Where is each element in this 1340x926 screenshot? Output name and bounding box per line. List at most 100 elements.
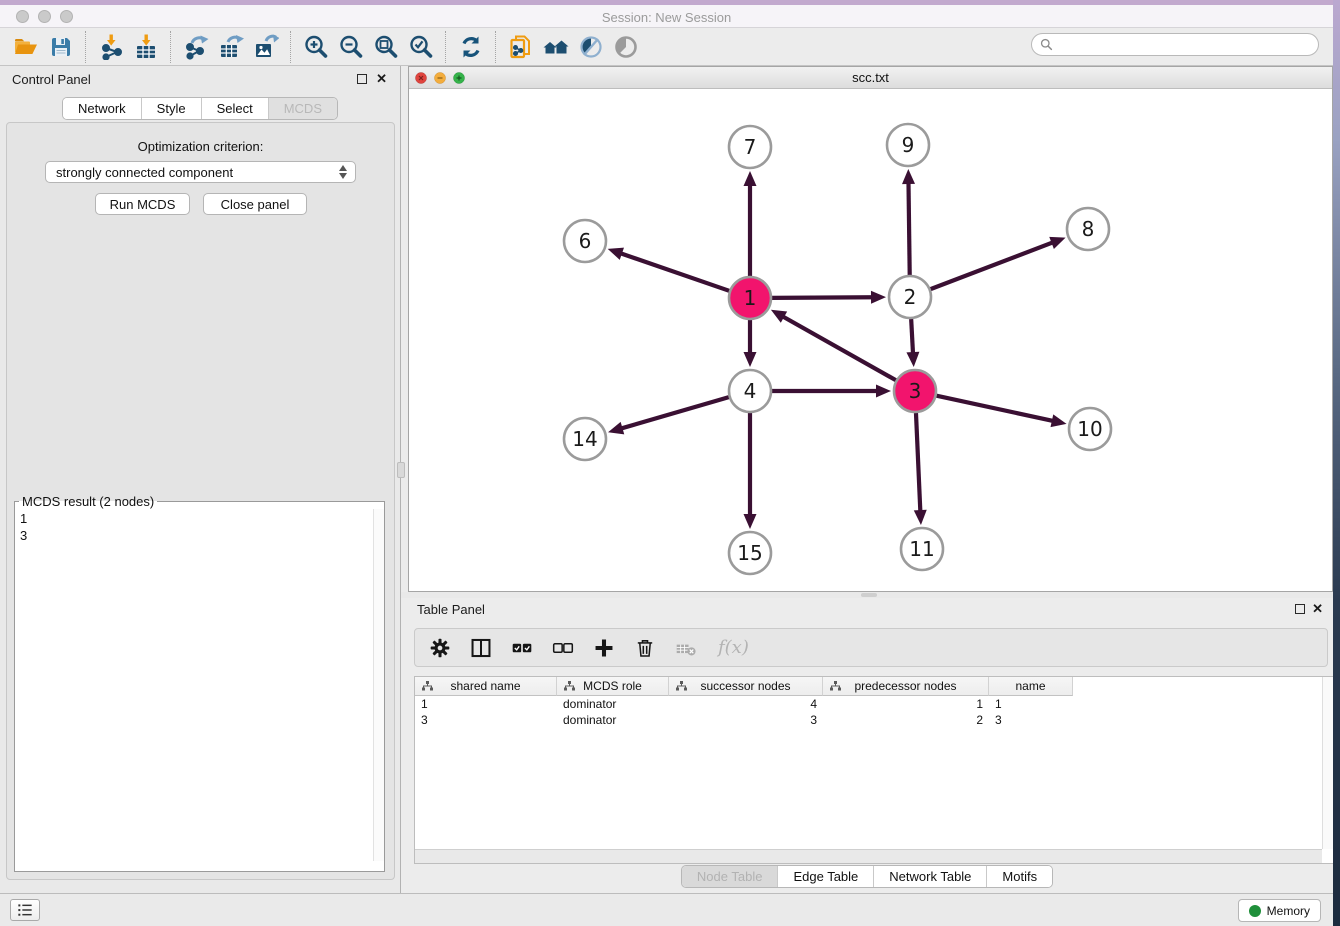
tab-select[interactable]: Select xyxy=(201,98,268,119)
table-toolbar: f(x) xyxy=(414,628,1328,667)
cell-name[interactable]: 3 xyxy=(989,712,1073,728)
eye-slash-icon[interactable] xyxy=(573,31,608,63)
graph-node-8[interactable]: 8 xyxy=(1067,208,1109,250)
tab-network[interactable]: Network xyxy=(63,98,141,119)
import-network-icon[interactable] xyxy=(93,31,128,63)
node-label: 11 xyxy=(909,537,934,561)
graph-node-11[interactable]: 11 xyxy=(901,528,943,570)
column-label: name xyxy=(1015,679,1045,693)
column-header-successor-nodes[interactable]: successor nodes xyxy=(669,677,823,696)
memory-button[interactable]: Memory xyxy=(1238,899,1321,922)
splitter-grip-icon[interactable] xyxy=(861,593,877,597)
run-mcds-button[interactable]: Run MCDS xyxy=(95,193,190,215)
graph-node-2[interactable]: 2 xyxy=(889,276,931,318)
criterion-dropdown[interactable]: strongly connected component xyxy=(45,161,356,183)
network-canvas[interactable]: 7 9 6 8 1 2 4 3 14 10 15 11 xyxy=(409,89,1332,591)
cell-shared-name[interactable]: 3 xyxy=(415,712,557,728)
graph-node-10[interactable]: 10 xyxy=(1069,408,1111,450)
graph-node-3[interactable]: 3 xyxy=(894,370,936,412)
column-header-predecessor-nodes[interactable]: predecessor nodes xyxy=(823,677,989,696)
export-network-icon[interactable] xyxy=(178,31,213,63)
table-row[interactable]: 1dominator411 xyxy=(415,696,1073,712)
cell-successor-nodes[interactable]: 3 xyxy=(669,712,823,728)
panel-divider-grip[interactable] xyxy=(397,462,405,478)
zoom-in-icon[interactable] xyxy=(298,31,333,63)
settings-gear-icon[interactable] xyxy=(427,635,453,661)
graph-node-4[interactable]: 4 xyxy=(729,370,771,412)
function-builder-icon[interactable]: f(x) xyxy=(714,635,749,661)
select-all-checkboxes-icon[interactable] xyxy=(509,635,535,661)
edge-1-6[interactable] xyxy=(619,253,729,291)
control-panel: Control Panel ✕ NetworkStyleSelectMCDS O… xyxy=(0,66,401,893)
tab-mcds[interactable]: MCDS xyxy=(268,98,337,119)
open-session-icon[interactable] xyxy=(8,31,43,63)
column-header-name[interactable]: name xyxy=(989,677,1073,696)
edge-2-3[interactable] xyxy=(911,319,913,355)
float-table-panel-icon[interactable] xyxy=(1295,604,1305,614)
column-header-MCDS-role[interactable]: MCDS role xyxy=(557,677,669,696)
mcds-panel: Optimization criterion: strongly connect… xyxy=(6,122,395,880)
close-panel-icon[interactable]: ✕ xyxy=(376,71,387,87)
close-table-panel-icon[interactable]: ✕ xyxy=(1312,601,1323,617)
import-table-icon[interactable] xyxy=(128,31,163,63)
tab-edge-table[interactable]: Edge Table xyxy=(777,866,873,887)
graph-node-14[interactable]: 14 xyxy=(564,418,606,460)
delete-table-icon[interactable] xyxy=(673,635,699,661)
search-field[interactable] xyxy=(1031,33,1319,56)
deselect-checkboxes-icon[interactable] xyxy=(550,635,576,661)
cell-MCDS-role[interactable]: dominator xyxy=(557,712,669,728)
edge-3-10[interactable] xyxy=(936,396,1054,422)
eye-disabled-icon[interactable] xyxy=(608,31,643,63)
edge-4-14[interactable] xyxy=(620,397,729,429)
result-scrollbar[interactable] xyxy=(373,509,384,861)
search-input[interactable] xyxy=(1058,37,1298,53)
save-session-icon[interactable] xyxy=(43,31,78,63)
graph-node-1[interactable]: 1 xyxy=(729,277,771,319)
node-label: 4 xyxy=(744,379,757,403)
refresh-layout-icon[interactable] xyxy=(453,31,488,63)
cell-MCDS-role[interactable]: dominator xyxy=(557,696,669,712)
add-column-icon[interactable] xyxy=(591,635,617,661)
cell-predecessor-nodes[interactable]: 1 xyxy=(823,696,989,712)
table-vertical-scrollbar[interactable] xyxy=(1322,677,1333,849)
float-panel-icon[interactable] xyxy=(357,74,367,84)
graph-node-6[interactable]: 6 xyxy=(564,220,606,262)
zoom-selected-icon[interactable] xyxy=(403,31,438,63)
delete-column-icon[interactable] xyxy=(632,635,658,661)
table-header-row: shared nameMCDS rolesuccessor nodesprede… xyxy=(415,677,1073,696)
edge-1-2[interactable] xyxy=(772,297,874,298)
tab-motifs[interactable]: Motifs xyxy=(986,866,1052,887)
zoom-fit-icon[interactable] xyxy=(368,31,403,63)
list-menu-icon xyxy=(16,902,34,918)
zoom-out-icon[interactable] xyxy=(333,31,368,63)
duplicate-network-icon[interactable] xyxy=(503,31,538,63)
table-horizontal-scrollbar[interactable] xyxy=(415,849,1322,863)
mcds-result-text[interactable]: 13 xyxy=(15,509,384,861)
double-home-icon[interactable] xyxy=(538,31,573,63)
node-label: 15 xyxy=(737,541,762,565)
split-columns-icon[interactable] xyxy=(468,635,494,661)
task-history-button[interactable] xyxy=(10,899,40,921)
cell-predecessor-nodes[interactable]: 2 xyxy=(823,712,989,728)
graph-node-7[interactable]: 7 xyxy=(729,126,771,168)
network-title: scc.txt xyxy=(409,70,1332,85)
application-window: Session: New Session Control Panel ✕ Net… xyxy=(0,0,1333,926)
table-row[interactable]: 3dominator323 xyxy=(415,712,1073,728)
cell-shared-name[interactable]: 1 xyxy=(415,696,557,712)
tab-style[interactable]: Style xyxy=(141,98,201,119)
export-image-icon[interactable] xyxy=(248,31,283,63)
edge-3-11[interactable] xyxy=(916,413,920,513)
toolbar-separator xyxy=(495,31,496,63)
edge-2-9[interactable] xyxy=(908,181,909,275)
export-table-icon[interactable] xyxy=(213,31,248,63)
column-header-shared-name[interactable]: shared name xyxy=(415,677,557,696)
cell-name[interactable]: 1 xyxy=(989,696,1073,712)
cell-successor-nodes[interactable]: 4 xyxy=(669,696,823,712)
edge-2-8[interactable] xyxy=(931,242,1055,289)
tab-network-table[interactable]: Network Table xyxy=(873,866,986,887)
edge-3-1[interactable] xyxy=(781,316,895,381)
close-panel-button[interactable]: Close panel xyxy=(203,193,307,215)
graph-node-9[interactable]: 9 xyxy=(887,124,929,166)
graph-node-15[interactable]: 15 xyxy=(729,532,771,574)
tab-node-table[interactable]: Node Table xyxy=(682,866,778,887)
